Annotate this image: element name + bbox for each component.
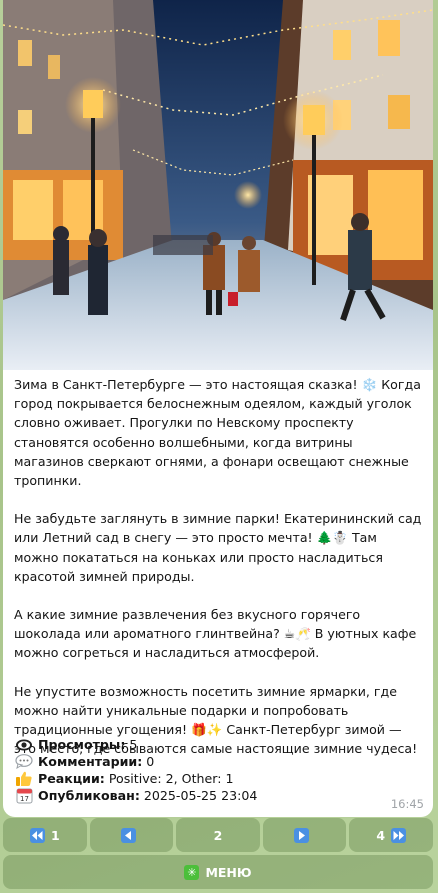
right-arrow-icon (294, 827, 310, 843)
sparkle-icon: ✳ (184, 864, 200, 880)
winter-street-photo (3, 0, 433, 370)
pagination-keyboard: 1 2 4 (3, 818, 433, 852)
left-arrow-icon (120, 827, 136, 843)
eye-icon (14, 738, 34, 752)
next-page-button[interactable] (262, 818, 347, 852)
fast-forward-icon (391, 827, 407, 843)
menu-keyboard-row: ✳ МЕНЮ (3, 855, 433, 889)
message-time: 16:45 (390, 797, 424, 811)
post-paragraph: А какие зимние развлечения без вкусного … (14, 607, 417, 661)
last-page-button[interactable]: 4 (349, 818, 433, 852)
stat-published: 17 Опубликован: 2025-05-25 23:04 (14, 787, 374, 804)
calendar-icon: 17 (14, 787, 34, 804)
stat-views: Просмотры: 5 (14, 736, 374, 753)
message-bubble: Зима в Санкт-Петербурге — это настоящая … (3, 0, 433, 817)
post-text: Зима в Санкт-Петербурге — это настоящая … (14, 375, 422, 777)
first-page-button[interactable]: 1 (3, 818, 87, 852)
menu-button[interactable]: ✳ МЕНЮ (3, 855, 433, 889)
speech-bubble-icon (14, 754, 34, 769)
stat-reactions: Реакции: Positive: 2, Other: 1 (14, 770, 374, 787)
prev-page-button[interactable] (89, 818, 174, 852)
post-stats: Просмотры: 5 Комментарии: 0 Реакции: Pos… (14, 736, 374, 804)
thumbs-up-icon (14, 770, 34, 787)
stat-comments: Комментарии: 0 (14, 753, 374, 770)
post-paragraph: Не забудьте заглянуть в зимние парки! Ек… (14, 511, 422, 584)
svg-text:17: 17 (20, 795, 29, 803)
current-page-button[interactable]: 2 (176, 818, 260, 852)
post-paragraph: Зима в Санкт-Петербурге — это настоящая … (14, 377, 421, 489)
rewind-icon (29, 827, 45, 843)
